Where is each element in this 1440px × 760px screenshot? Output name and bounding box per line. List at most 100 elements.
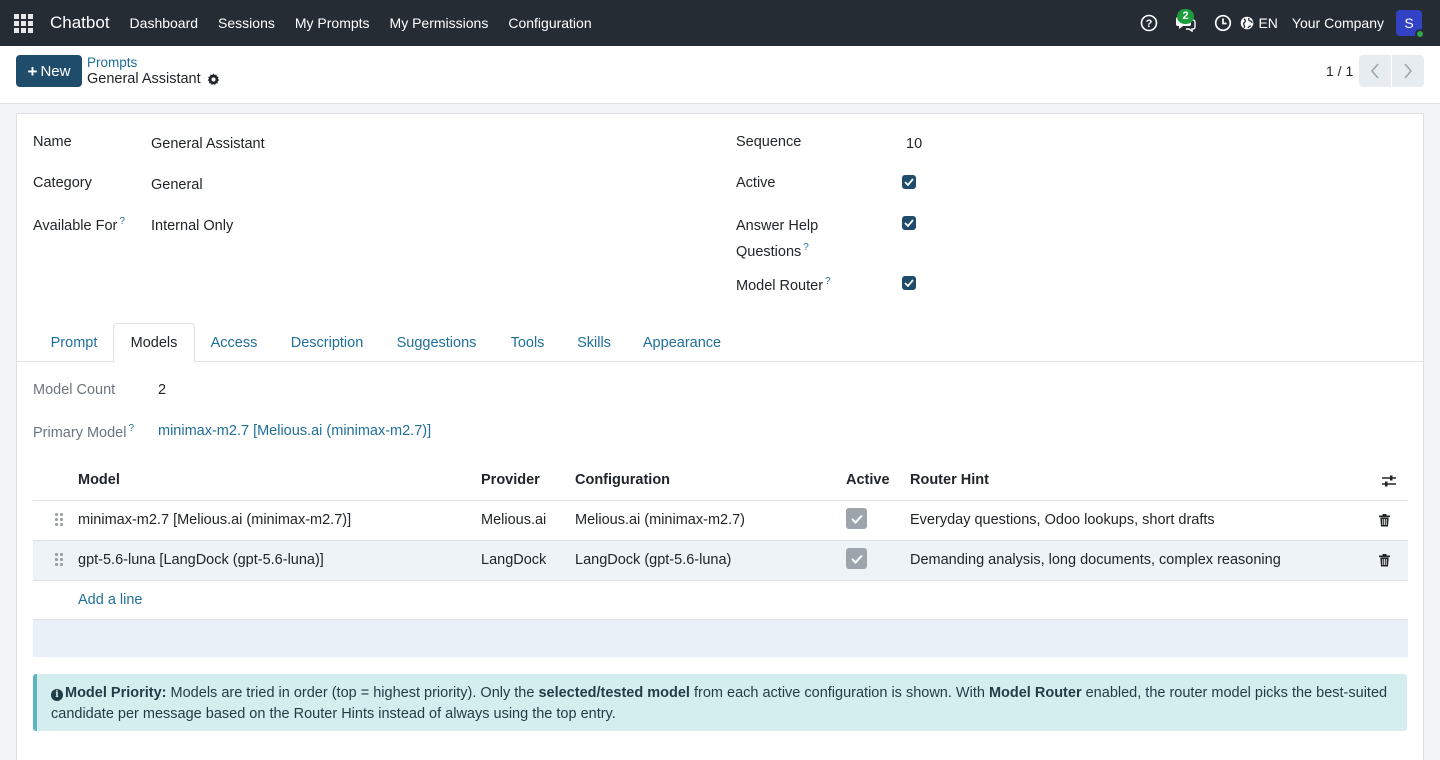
activity-clock-icon[interactable] — [1206, 0, 1240, 46]
checkmark-icon — [904, 219, 914, 227]
model-priority-alert: i Model Priority: Models are tried in ord… — [33, 674, 1407, 731]
notebook-tabs: Prompt Models Access Description Suggest… — [17, 323, 1423, 363]
help-icon[interactable]: ? — [1132, 0, 1166, 46]
svg-text:?: ? — [1146, 18, 1153, 30]
column-provider[interactable]: Provider — [481, 472, 540, 488]
model-router-checkbox[interactable] — [902, 276, 916, 290]
alert-text: Models are tried in order (top = highest… — [166, 685, 539, 701]
checkmark-icon — [904, 279, 914, 287]
tab-tools[interactable]: Tools — [492, 323, 563, 362]
column-active[interactable]: Active — [846, 472, 890, 488]
new-button[interactable]: + New — [16, 55, 82, 87]
record-title-text: General Assistant — [87, 71, 201, 87]
row-active-checkbox[interactable] — [846, 548, 867, 569]
row-active-checkbox[interactable] — [846, 508, 867, 529]
category-field[interactable]: General — [151, 177, 203, 193]
models-table: Model Provider Configuration Active Rout… — [33, 459, 1408, 657]
app-brand[interactable]: Chatbot — [50, 13, 110, 33]
alert-text: from each active configuration is shown.… — [689, 685, 989, 701]
answer-help-questions-checkbox[interactable] — [902, 216, 916, 230]
column-model[interactable]: Model — [78, 472, 120, 488]
sequence-field[interactable]: 10 — [906, 136, 922, 152]
new-button-label: New — [40, 62, 71, 80]
available-for-label: Available For? — [33, 216, 125, 234]
checkmark-icon — [850, 554, 863, 564]
name-field[interactable]: General Assistant — [151, 136, 265, 152]
tab-appearance[interactable]: Appearance — [625, 323, 739, 362]
messages-badge: 2 — [1177, 9, 1194, 24]
record-title: General Assistant — [87, 71, 220, 87]
column-router-hint[interactable]: Router Hint — [910, 472, 989, 488]
answer-help-questions-label: Answer Help Questions? — [736, 218, 819, 260]
table-row[interactable]: minimax-m2.7 [Melious.ai (minimax-m2.7)]… — [33, 501, 1408, 541]
nav-my-prompts[interactable]: My Prompts — [295, 15, 370, 31]
add-line-row: Add a line — [33, 581, 1408, 619]
checkmark-icon — [850, 514, 863, 524]
nav-my-permissions[interactable]: My Permissions — [390, 15, 489, 31]
tab-skills[interactable]: Skills — [562, 323, 626, 362]
online-status-dot — [1415, 29, 1425, 39]
user-avatar[interactable]: S — [1396, 10, 1425, 39]
checkmark-icon — [904, 178, 914, 186]
row-provider: LangDock — [481, 552, 547, 568]
nav-configuration[interactable]: Configuration — [508, 15, 591, 31]
row-model[interactable]: gpt-5.6-luna [LangDock (gpt-5.6-luna)] — [78, 552, 324, 568]
pager-value[interactable]: 1 / 1 — [1326, 63, 1353, 79]
model-router-label: Model Router? — [736, 276, 831, 294]
language-switcher[interactable]: EN — [1240, 15, 1278, 31]
pager-previous-button[interactable] — [1359, 55, 1391, 87]
active-checkbox[interactable] — [902, 175, 916, 189]
help-tooltip-icon[interactable]: ? — [825, 276, 831, 287]
column-configuration[interactable]: Configuration — [575, 472, 670, 488]
row-configuration[interactable]: Melious.ai (minimax-m2.7) — [575, 512, 745, 528]
active-label: Active — [736, 175, 776, 191]
category-label: Category — [33, 175, 92, 191]
tab-prompt[interactable]: Prompt — [34, 323, 114, 362]
app-menu-icon[interactable] — [0, 0, 46, 46]
breadcrumb-prompts[interactable]: Prompts — [87, 55, 137, 70]
gear-icon[interactable] — [207, 72, 220, 86]
avatar-initial: S — [1404, 15, 1414, 31]
trash-icon[interactable] — [1379, 554, 1390, 567]
tab-description[interactable]: Description — [273, 323, 381, 362]
alert-title: Model Priority: — [65, 685, 167, 701]
row-configuration[interactable]: LangDock (gpt-5.6-luna) — [575, 552, 731, 568]
name-label: Name — [33, 134, 72, 150]
drag-handle-icon[interactable] — [55, 513, 63, 526]
trash-icon[interactable] — [1379, 514, 1390, 527]
chevron-left-icon — [1370, 63, 1379, 79]
globe-icon — [1241, 16, 1254, 30]
help-tooltip-icon[interactable]: ? — [128, 423, 134, 434]
drag-handle-icon[interactable] — [55, 553, 63, 566]
sequence-label: Sequence — [736, 134, 802, 150]
table-row[interactable]: gpt-5.6-luna [LangDock (gpt-5.6-luna)] L… — [33, 541, 1408, 581]
pager-next-button[interactable] — [1392, 55, 1424, 87]
row-router-hint[interactable]: Demanding analysis, long documents, comp… — [910, 552, 1281, 568]
table-header: Model Provider Configuration Active Rout… — [33, 459, 1408, 501]
tab-access[interactable]: Access — [194, 323, 274, 362]
top-navbar: Chatbot Dashboard Sessions My Prompts My… — [0, 0, 1440, 46]
messages-icon[interactable]: 2 — [1166, 0, 1206, 46]
primary-model-label: Primary Model? — [33, 423, 135, 441]
add-line-link[interactable]: Add a line — [78, 592, 143, 608]
alert-emphasis: Model Router — [988, 685, 1082, 701]
tab-models[interactable]: Models — [113, 323, 195, 363]
language-label: EN — [1258, 15, 1278, 31]
nav-sessions[interactable]: Sessions — [218, 15, 275, 31]
tab-suggestions[interactable]: Suggestions — [380, 323, 493, 362]
help-tooltip-icon[interactable]: ? — [119, 216, 125, 227]
table-footer — [33, 619, 1408, 657]
row-model[interactable]: minimax-m2.7 [Melious.ai (minimax-m2.7)] — [78, 512, 351, 528]
help-tooltip-icon[interactable]: ? — [803, 242, 809, 253]
info-icon: i — [51, 689, 63, 701]
model-count-value: 2 — [158, 382, 167, 398]
plus-icon: + — [27, 61, 38, 81]
alert-emphasis: selected/tested model — [538, 685, 690, 701]
form-sheet: Name General Assistant Category General … — [16, 113, 1424, 760]
row-router-hint[interactable]: Everyday questions, Odoo lookups, short … — [910, 512, 1215, 528]
column-settings-icon[interactable] — [1381, 474, 1397, 488]
company-switcher[interactable]: Your Company — [1292, 15, 1384, 31]
primary-model-link[interactable]: minimax-m2.7 [Melious.ai (minimax-m2.7)] — [158, 423, 431, 439]
nav-dashboard[interactable]: Dashboard — [130, 15, 199, 31]
available-for-field[interactable]: Internal Only — [151, 218, 233, 234]
